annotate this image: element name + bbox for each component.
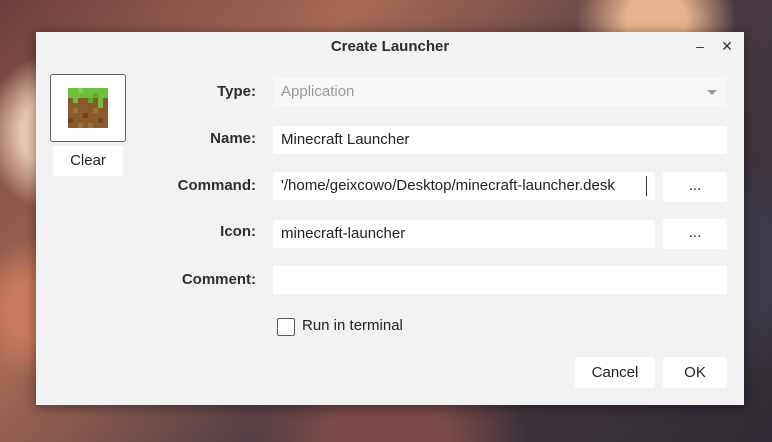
- command-input-value: '/home/geixcowo/Desktop/minecraft-launch…: [281, 177, 615, 194]
- icon-browse-button[interactable]: ...: [663, 219, 727, 249]
- command-input[interactable]: '/home/geixcowo/Desktop/minecraft-launch…: [273, 172, 655, 200]
- minecraft-grass-block-icon: [68, 88, 108, 128]
- command-label: Command:: [177, 177, 256, 194]
- text-cursor: [646, 176, 647, 196]
- icon-label: Icon:: [220, 223, 256, 240]
- run-in-terminal-label[interactable]: Run in terminal: [302, 317, 403, 334]
- cancel-button[interactable]: Cancel: [575, 357, 655, 388]
- create-launcher-dialog: Create Launcher – ✕ Clear Type: Applicat…: [36, 32, 744, 405]
- name-input-value: Minecraft Launcher: [281, 131, 410, 148]
- clear-icon-button[interactable]: Clear: [53, 146, 123, 176]
- ok-button[interactable]: OK: [663, 357, 727, 388]
- dialog-title: Create Launcher: [330, 38, 450, 55]
- name-input[interactable]: Minecraft Launcher: [273, 126, 727, 154]
- icon-input[interactable]: minecraft-launcher: [273, 220, 655, 248]
- name-label: Name:: [210, 130, 256, 147]
- icon-input-value: minecraft-launcher: [281, 225, 406, 242]
- type-dropdown-value: Application: [281, 83, 355, 100]
- type-label: Type:: [217, 83, 256, 100]
- type-dropdown[interactable]: Application: [273, 78, 727, 106]
- minimize-button[interactable]: –: [691, 37, 709, 55]
- close-button[interactable]: ✕: [718, 37, 736, 55]
- command-browse-button[interactable]: ...: [663, 172, 727, 202]
- launcher-icon-button[interactable]: [50, 74, 126, 142]
- comment-label: Comment:: [181, 271, 256, 288]
- run-in-terminal-checkbox[interactable]: [277, 318, 295, 336]
- chevron-down-icon: [707, 90, 717, 95]
- comment-input[interactable]: [273, 266, 727, 294]
- title-bar[interactable]: Create Launcher – ✕: [36, 32, 744, 60]
